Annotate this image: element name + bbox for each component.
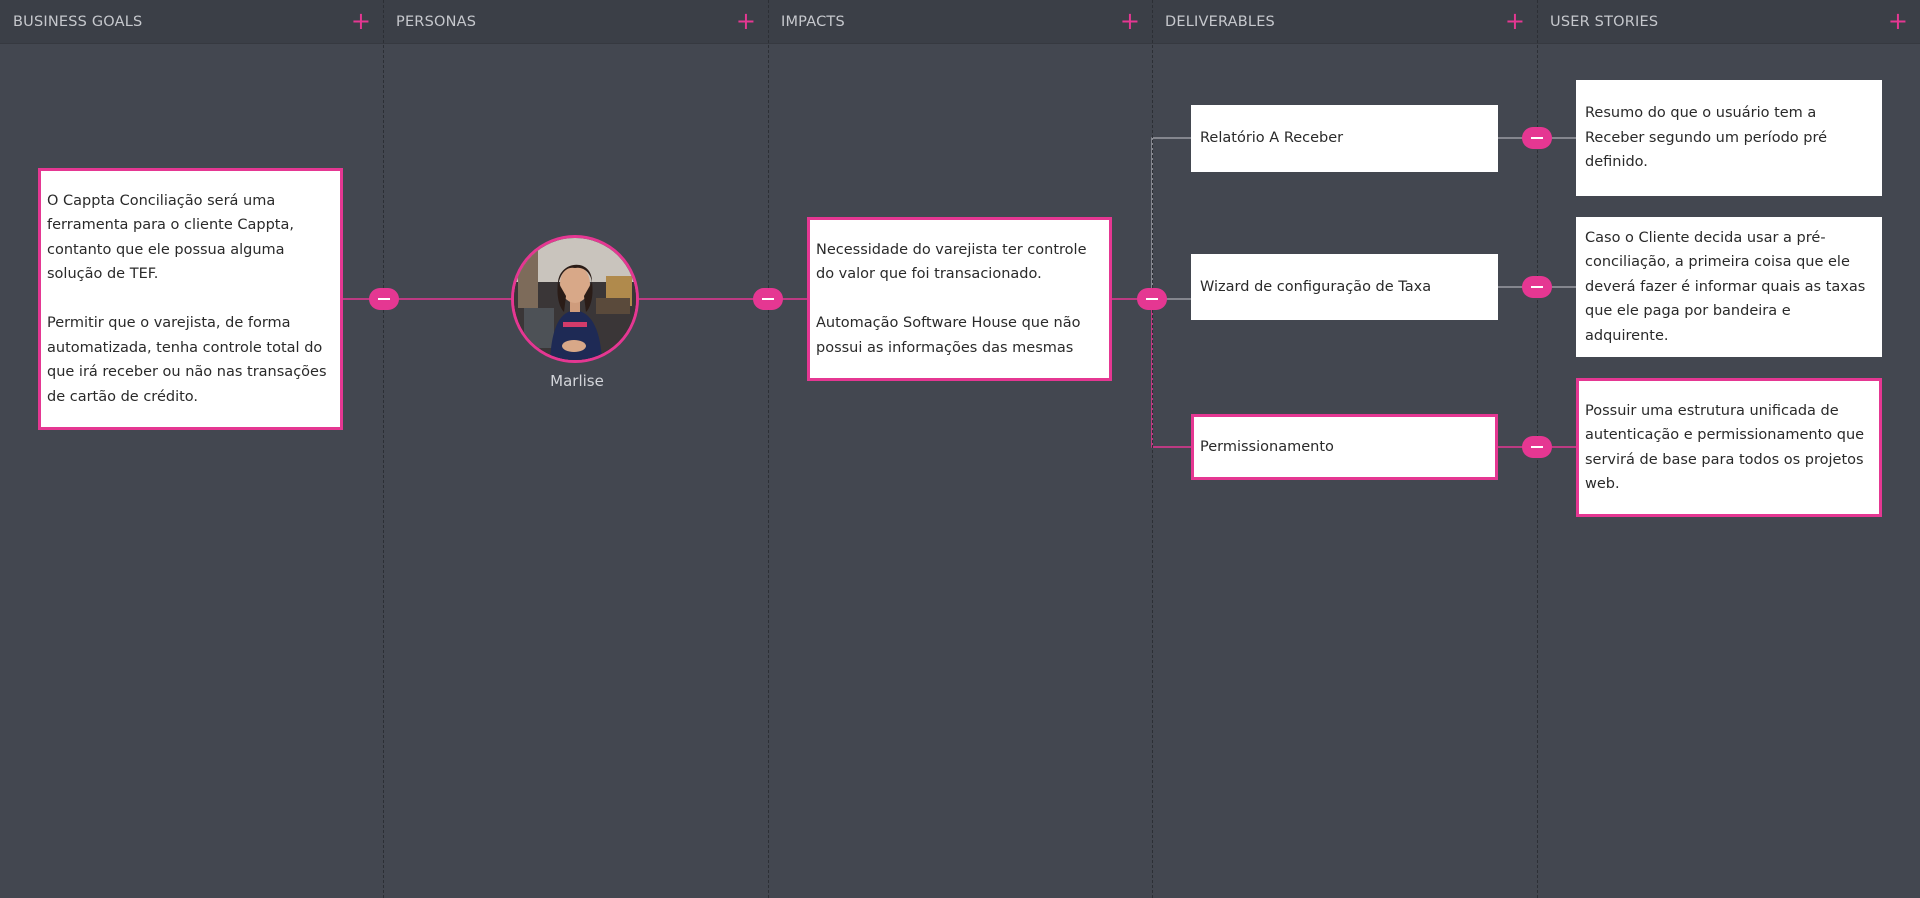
user-story-card[interactable]: Possuir uma estrutura unificada de auten… <box>1576 378 1882 517</box>
column-divider <box>383 0 384 898</box>
user-story-text: Possuir uma estrutura unificada de auten… <box>1585 402 1865 493</box>
collapse-toggle-deliverable[interactable] <box>1522 127 1552 149</box>
collapse-toggle-deliverable[interactable] <box>1522 276 1552 298</box>
deliverable-card[interactable]: Relatório A Receber <box>1191 105 1498 172</box>
deliverable-label: Wizard de configuração de Taxa <box>1200 278 1432 295</box>
persona-photo-icon <box>514 238 636 360</box>
impact-card[interactable]: Necessidade do varejista ter controle do… <box>807 217 1112 381</box>
business-goal-card[interactable]: O Cappta Conciliação será uma ferramenta… <box>38 168 343 430</box>
plus-icon[interactable]: + <box>351 8 371 34</box>
deliverable-label: Relatório A Receber <box>1200 130 1344 147</box>
column-title: IMPACTS <box>781 14 845 30</box>
user-story-card[interactable]: Resumo do que o usuário tem a Receber se… <box>1576 80 1882 196</box>
column-title: DELIVERABLES <box>1165 14 1275 30</box>
impact-text: Necessidade do varejista ter controle do… <box>816 241 1087 283</box>
business-goal-text: Permitir que o varejista, de forma autom… <box>47 315 327 405</box>
deliverable-card[interactable]: Permissionamento <box>1191 414 1498 480</box>
deliverable-label: Permissionamento <box>1200 438 1334 455</box>
persona-name: Marlise <box>550 372 604 390</box>
collapse-toggle-business-goal[interactable] <box>369 288 399 310</box>
user-story-text: Caso o Cliente decida usar a pré-concili… <box>1585 229 1866 344</box>
column-title: BUSINESS GOALS <box>13 14 143 30</box>
user-story-card[interactable]: Caso o Cliente decida usar a pré-concili… <box>1576 217 1882 357</box>
column-divider <box>1152 0 1153 898</box>
column-title: USER STORIES <box>1550 14 1659 30</box>
column-title: PERSONAS <box>396 14 477 30</box>
business-goal-text: O Cappta Conciliação será uma ferramenta… <box>47 192 294 283</box>
collapse-toggle-deliverable[interactable] <box>1522 436 1552 458</box>
column-divider <box>768 0 769 898</box>
plus-icon[interactable]: + <box>1888 8 1908 34</box>
user-story-text: Resumo do que o usuário tem a Receber se… <box>1585 105 1828 171</box>
column-header-user-stories: USER STORIES + <box>1537 0 1920 44</box>
deliverable-card[interactable]: Wizard de configuração de Taxa <box>1191 254 1498 320</box>
collapse-toggle-impact[interactable] <box>1137 288 1167 310</box>
plus-icon[interactable]: + <box>1505 8 1525 34</box>
collapse-toggle-persona[interactable] <box>753 288 783 310</box>
plus-icon[interactable]: + <box>736 8 756 34</box>
persona-avatar[interactable] <box>511 235 639 363</box>
column-header-deliverables: DELIVERABLES + <box>1152 0 1537 44</box>
column-header-personas: PERSONAS + <box>383 0 768 44</box>
plus-icon[interactable]: + <box>1120 8 1140 34</box>
impact-text: Automação Software House que não possui … <box>816 315 1081 356</box>
column-header-business-goals: BUSINESS GOALS + <box>0 0 383 44</box>
impact-map-board: BUSINESS GOALS + PERSONAS + IMPACTS + DE… <box>0 0 1920 898</box>
column-header-impacts: IMPACTS + <box>768 0 1152 44</box>
